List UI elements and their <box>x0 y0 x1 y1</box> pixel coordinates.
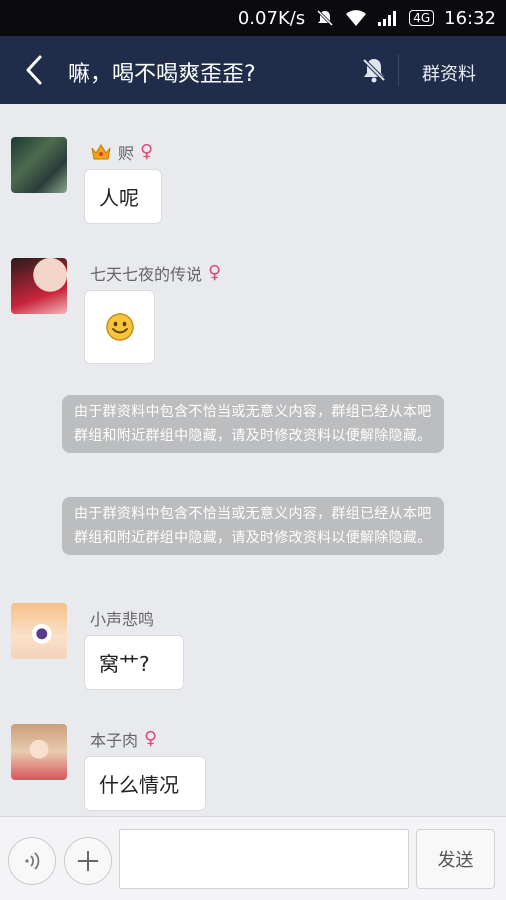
voice-wave-icon <box>25 852 40 870</box>
back-icon[interactable] <box>20 54 50 86</box>
status-bar: 0.07K/s 4G 16:32 <box>0 0 506 36</box>
message-bubble[interactable] <box>84 290 155 364</box>
sender-name: 七天七夜的传说 <box>90 265 203 284</box>
avatar[interactable] <box>11 603 67 659</box>
system-notice: 由于群资料中包含不恰当或无意义内容，群组已经从本吧群组和附近群组中隐藏，请及时修… <box>62 497 444 555</box>
plus-icon <box>78 851 98 871</box>
clock: 16:32 <box>444 7 496 29</box>
mute-icon <box>315 8 335 28</box>
sender-row: 本子肉 ♀ <box>90 727 157 751</box>
bell-muted-icon[interactable] <box>360 56 388 84</box>
female-icon: ♀ <box>144 728 158 749</box>
sender-name: 本子肉 <box>90 731 139 750</box>
sender-row: 赆 ♀ <box>90 140 153 164</box>
wifi-icon <box>345 9 367 27</box>
header-divider <box>398 54 399 86</box>
group-info-button[interactable]: 群资料 <box>422 60 476 86</box>
voice-button[interactable] <box>8 837 56 885</box>
group-title: 嘛，喝不喝爽歪歪? <box>68 62 256 87</box>
message-bubble[interactable]: 人呢 <box>84 169 162 224</box>
avatar[interactable] <box>11 258 67 314</box>
net-speed: 0.07K/s <box>237 7 306 29</box>
avatar[interactable] <box>11 724 67 780</box>
chat-list[interactable]: 赆 ♀ 人呢 七天七夜的传说 ♀ 由于群资料中包含不恰当或无意义内容，群组已经从… <box>0 104 506 816</box>
sender-row: 小声悲鸣 <box>90 606 154 630</box>
system-notice: 由于群资料中包含不恰当或无意义内容，群组已经从本吧群组和附近群组中隐藏，请及时修… <box>62 395 444 453</box>
message-bubble[interactable]: 窝艹? <box>84 635 184 690</box>
smiley-emoji-icon <box>105 313 134 341</box>
female-icon: ♀ <box>140 141 154 162</box>
sender-name: 赆 <box>118 144 135 163</box>
crown-icon <box>90 143 112 161</box>
input-bar: 发送 <box>0 816 506 900</box>
female-icon: ♀ <box>208 262 222 283</box>
sender-name: 小声悲鸣 <box>90 610 155 629</box>
add-button[interactable] <box>64 837 112 885</box>
send-button[interactable]: 发送 <box>416 829 495 889</box>
sender-row: 七天七夜的传说 ♀ <box>90 261 221 285</box>
message-input[interactable] <box>119 829 409 889</box>
network-type-badge: 4G <box>409 10 435 26</box>
signal-icon <box>377 9 399 27</box>
avatar[interactable] <box>11 137 67 193</box>
message-bubble[interactable]: 什么情况 <box>84 756 206 811</box>
nav-bar: 嘛，喝不喝爽歪歪? 群资料 <box>0 36 506 104</box>
